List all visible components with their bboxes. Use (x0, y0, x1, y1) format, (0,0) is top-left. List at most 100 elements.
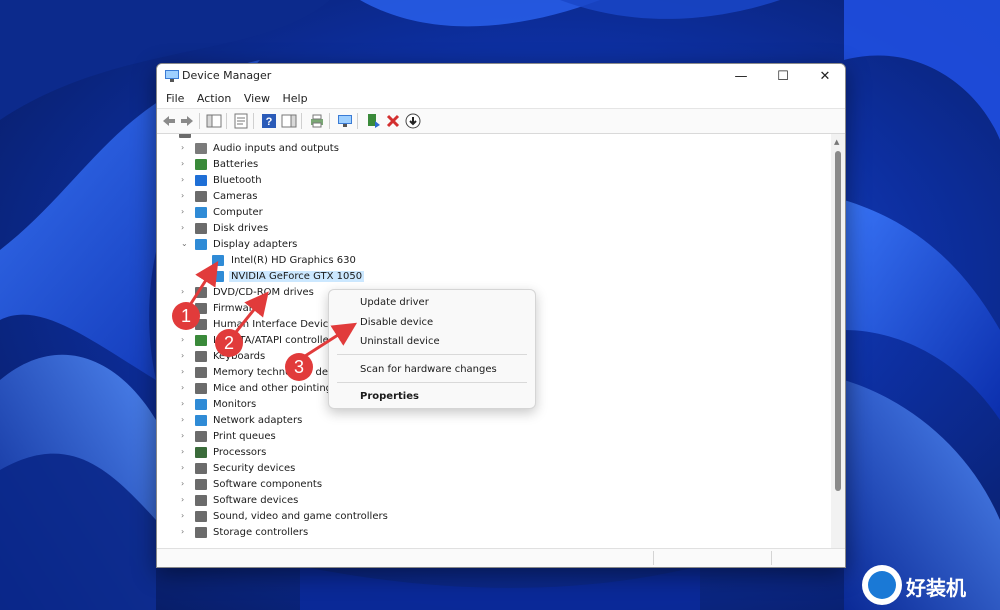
computer-root-icon (179, 134, 191, 138)
status-separator (653, 551, 654, 565)
speaker-icon (195, 143, 207, 154)
back-icon[interactable] (161, 113, 177, 129)
toolbar-separator (357, 113, 358, 129)
chevron-right-icon[interactable]: › (181, 191, 184, 200)
mouse-icon (195, 383, 207, 394)
menu-view[interactable]: View (241, 90, 276, 105)
toolbar-separator (253, 113, 254, 129)
tree-category-label: Display adapters (213, 239, 298, 250)
display-adapter-icon (195, 239, 207, 250)
tree-category-label: Sound, video and game controllers (213, 511, 388, 522)
scroll-up-arrow-icon[interactable]: ▲ (834, 138, 839, 146)
software-component-icon (195, 479, 207, 490)
dvd-drive-icon (195, 287, 207, 298)
toolbar-separator (301, 113, 302, 129)
disable-device-menu-item[interactable]: Disable device (360, 317, 433, 331)
chevron-right-icon[interactable]: › (181, 383, 184, 392)
chevron-right-icon[interactable]: › (181, 447, 184, 456)
toolbar: ? (157, 108, 845, 134)
tree-category-label: Bluetooth (213, 175, 262, 186)
maximize-button[interactable]: ☐ (762, 64, 804, 90)
tree-category-label: Security devices (213, 463, 296, 474)
ide-controller-icon (195, 335, 207, 346)
status-bar (157, 548, 845, 567)
chevron-right-icon[interactable]: › (181, 223, 184, 232)
tree-category-label: Storage controllers (213, 527, 309, 538)
scrollbar-thumb[interactable] (835, 151, 841, 491)
keyboard-icon (195, 351, 207, 362)
disable-icon[interactable] (405, 113, 421, 129)
vertical-scrollbar[interactable]: ▲ (831, 134, 845, 548)
context-menu: Update driver Disable device Uninstall d… (328, 289, 536, 409)
chevron-down-icon[interactable]: ⌄ (165, 134, 172, 136)
watermark-text: 好装机 (906, 576, 966, 600)
tree-category-label: Batteries (213, 159, 259, 170)
update-driver-icon[interactable] (365, 113, 381, 129)
menu-file[interactable]: File (163, 90, 190, 105)
chevron-right-icon[interactable]: › (181, 143, 184, 152)
chevron-right-icon[interactable]: › (181, 495, 184, 504)
chevron-right-icon[interactable]: › (181, 335, 184, 344)
security-device-icon (195, 463, 207, 474)
step-badge-2: 2 (215, 329, 243, 357)
properties-icon[interactable] (233, 113, 249, 129)
chevron-right-icon[interactable]: › (181, 351, 184, 360)
uninstall-icon[interactable] (385, 113, 401, 129)
scan-hardware-icon[interactable] (337, 113, 353, 129)
watermark-logo-icon (862, 565, 902, 605)
chevron-right-icon[interactable]: › (181, 207, 184, 216)
step-badge-1: 1 (172, 302, 200, 330)
printer-icon (195, 431, 207, 442)
camera-icon (195, 191, 207, 202)
tree-category-label: Cameras (213, 191, 258, 202)
tree-category-label: Processors (213, 447, 267, 458)
tree-root-label: ··· (197, 134, 207, 138)
menu-help[interactable]: Help (279, 90, 313, 105)
chevron-right-icon[interactable]: › (181, 511, 184, 520)
minimize-button[interactable]: — (720, 64, 762, 90)
svg-text:?: ? (266, 116, 273, 128)
print-icon[interactable] (309, 113, 325, 129)
storage-controller-icon (195, 527, 207, 538)
menu-bar: File Action View Help (157, 90, 845, 108)
chevron-down-icon[interactable]: ⌄ (181, 239, 188, 248)
menu-separator (337, 382, 527, 383)
toolbar-separator (329, 113, 330, 129)
processor-icon (195, 447, 207, 458)
uninstall-device-menu-item[interactable]: Uninstall device (360, 336, 440, 350)
status-separator (771, 551, 772, 565)
chevron-right-icon[interactable]: › (181, 399, 184, 408)
action-pane-icon[interactable] (281, 113, 297, 129)
title-bar[interactable]: Device Manager — ☐ ✕ (157, 64, 845, 90)
chevron-right-icon[interactable]: › (181, 415, 184, 424)
chevron-right-icon[interactable]: › (181, 287, 184, 296)
menu-separator (337, 354, 527, 355)
computer-icon (195, 207, 207, 218)
close-button[interactable]: ✕ (804, 64, 845, 90)
bluetooth-icon (195, 175, 207, 186)
chevron-right-icon[interactable]: › (181, 159, 184, 168)
display-adapter-icon (212, 255, 224, 266)
chevron-right-icon[interactable]: › (181, 527, 184, 536)
update-driver-menu-item[interactable]: Update driver (360, 297, 429, 311)
properties-menu-item[interactable]: Properties (360, 391, 419, 405)
window-title: Device Manager (182, 69, 272, 82)
monitor-icon (195, 399, 207, 410)
forward-icon[interactable] (179, 113, 195, 129)
software-device-icon (195, 495, 207, 506)
show-hide-console-tree-icon[interactable] (206, 113, 222, 129)
tree-category-label: Network adapters (213, 415, 303, 426)
menu-action[interactable]: Action (194, 90, 237, 105)
chevron-right-icon[interactable]: › (181, 367, 184, 376)
chevron-right-icon[interactable]: › (181, 479, 184, 488)
scan-hardware-menu-item[interactable]: Scan for hardware changes (360, 364, 497, 378)
chevron-right-icon[interactable]: › (181, 175, 184, 184)
help-icon[interactable]: ? (261, 113, 277, 129)
chevron-right-icon[interactable]: › (181, 431, 184, 440)
tree-device-label: NVIDIA GeForce GTX 1050 (229, 271, 365, 282)
chevron-right-icon[interactable]: › (181, 463, 184, 472)
tree-category-label: Software components (213, 479, 323, 490)
tree-category-label: Disk drives (213, 223, 269, 234)
toolbar-separator (199, 113, 200, 129)
device-manager-icon (165, 70, 179, 82)
